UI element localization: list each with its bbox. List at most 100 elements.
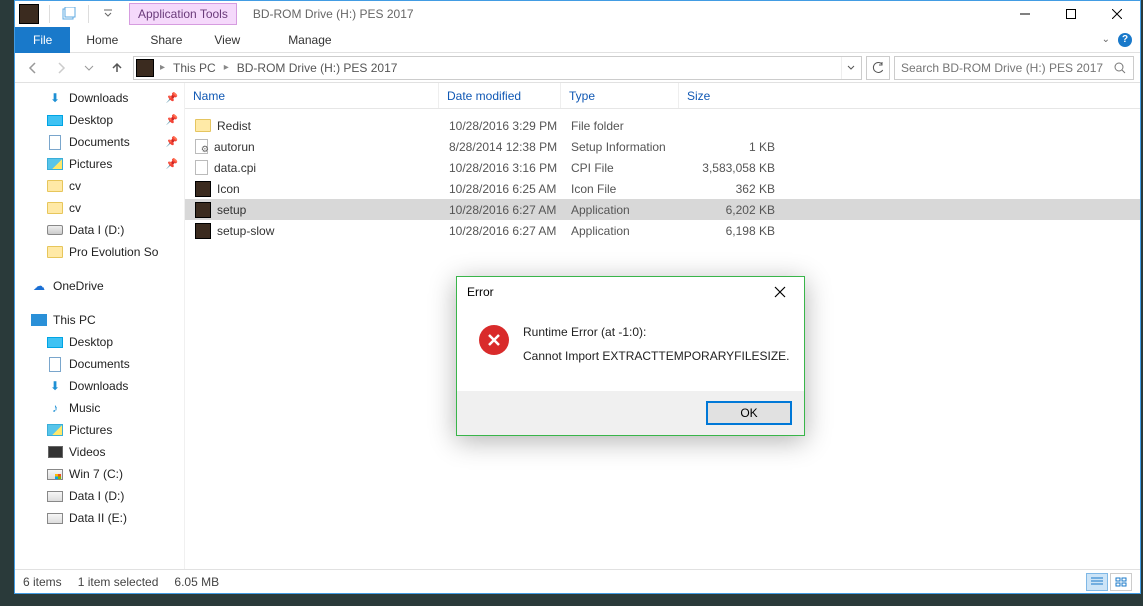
- file-date: 10/28/2016 6:27 AM: [441, 203, 563, 217]
- dialog-titlebar[interactable]: Error: [457, 277, 804, 307]
- file-name: data.cpi: [214, 161, 256, 175]
- tab-home[interactable]: Home: [70, 27, 134, 53]
- divider: [88, 5, 89, 23]
- sidebar-item-label: Pictures: [69, 423, 112, 437]
- sidebar-item[interactable]: Data I (D:): [15, 485, 184, 507]
- sidebar-item[interactable]: Pro Evolution So: [15, 241, 184, 263]
- ribbon-tabs: File Home Share View Manage ⌄ ?: [15, 27, 1140, 53]
- table-row[interactable]: autorun 8/28/2014 12:38 PM Setup Informa…: [185, 136, 1140, 157]
- search-icon[interactable]: [1113, 61, 1127, 75]
- qat-properties-button[interactable]: [58, 3, 80, 25]
- maximize-button[interactable]: [1048, 1, 1094, 27]
- column-name[interactable]: Name: [185, 83, 439, 108]
- folder-icon: [195, 119, 211, 132]
- minimize-button[interactable]: [1002, 1, 1048, 27]
- dialog-close-button[interactable]: [760, 277, 800, 307]
- status-size: 6.05 MB: [174, 575, 219, 589]
- sidebar-item[interactable]: Data II (E:): [15, 507, 184, 529]
- qat-dropdown-button[interactable]: [97, 3, 119, 25]
- nav-forward-button[interactable]: [49, 56, 73, 80]
- application-icon: [195, 181, 211, 197]
- pictures-icon: [47, 422, 63, 438]
- drive-icon: [47, 510, 63, 526]
- view-large-button[interactable]: [1110, 573, 1132, 591]
- breadcrumb-segment[interactable]: This PC: [167, 61, 222, 75]
- chevron-right-icon[interactable]: ▸: [158, 62, 167, 73]
- table-row[interactable]: data.cpi 10/28/2016 3:16 PM CPI File 3,5…: [185, 157, 1140, 178]
- table-row[interactable]: Icon 10/28/2016 6:25 AM Icon File 362 KB: [185, 178, 1140, 199]
- this-pc-icon: [31, 312, 47, 328]
- ribbon-expand-icon[interactable]: ⌄: [1102, 34, 1110, 45]
- nav-back-button[interactable]: [21, 56, 45, 80]
- application-icon: [195, 223, 211, 239]
- sidebar-item-thispc[interactable]: This PC: [15, 309, 184, 331]
- chevron-right-icon[interactable]: ▸: [222, 62, 231, 73]
- error-icon: [479, 325, 509, 355]
- file-type: Setup Information: [563, 140, 681, 154]
- sidebar-item[interactable]: Desktop: [15, 331, 184, 353]
- sidebar-item-label: Downloads: [69, 379, 128, 393]
- close-button[interactable]: [1094, 1, 1140, 27]
- sidebar-item-label: Data II (E:): [69, 511, 127, 525]
- breadcrumb-history-button[interactable]: [841, 57, 859, 79]
- file-size: 1 KB: [681, 140, 789, 154]
- documents-icon: [47, 134, 63, 150]
- table-row[interactable]: setup 10/28/2016 6:27 AM Application 6,2…: [185, 199, 1140, 220]
- sidebar-item-onedrive[interactable]: ☁OneDrive: [15, 275, 184, 297]
- view-details-button[interactable]: [1086, 573, 1108, 591]
- file-tab[interactable]: File: [15, 27, 70, 53]
- nav-up-button[interactable]: [105, 56, 129, 80]
- file-date: 10/28/2016 6:27 AM: [441, 224, 563, 238]
- file-size: 6,198 KB: [681, 224, 789, 238]
- sidebar-item[interactable]: Videos: [15, 441, 184, 463]
- column-date[interactable]: Date modified: [439, 83, 561, 108]
- ok-button[interactable]: OK: [706, 401, 792, 425]
- file-type: Application: [563, 203, 681, 217]
- sidebar-item[interactable]: Win 7 (C:): [15, 463, 184, 485]
- sidebar-item-label: This PC: [53, 313, 96, 327]
- nav-recent-button[interactable]: [77, 56, 101, 80]
- file-size: 6,202 KB: [681, 203, 789, 217]
- sidebar-item[interactable]: Pictures: [15, 419, 184, 441]
- search-input[interactable]: [901, 61, 1113, 75]
- tab-view[interactable]: View: [198, 27, 256, 53]
- sidebar-item[interactable]: Pictures📌: [15, 153, 184, 175]
- folder-icon: [47, 200, 63, 216]
- sidebar-item[interactable]: Documents: [15, 353, 184, 375]
- sidebar-item[interactable]: Desktop📌: [15, 109, 184, 131]
- column-size[interactable]: Size: [679, 83, 787, 108]
- sidebar-item-label: Documents: [69, 135, 130, 149]
- sidebar-item-label: Desktop: [69, 335, 113, 349]
- navigation-pane[interactable]: ⬇Downloads📌Desktop📌Documents📌Pictures📌cv…: [15, 83, 185, 569]
- navigation-bar: ▸ This PC ▸ BD-ROM Drive (H:) PES 2017: [15, 53, 1140, 83]
- refresh-button[interactable]: [866, 56, 890, 80]
- column-type[interactable]: Type: [561, 83, 679, 108]
- breadcrumb-location-icon: [136, 59, 154, 77]
- tab-share[interactable]: Share: [134, 27, 198, 53]
- sidebar-item-label: OneDrive: [53, 279, 104, 293]
- pin-icon: 📌: [166, 137, 178, 148]
- file-name: Redist: [217, 119, 251, 133]
- breadcrumb[interactable]: ▸ This PC ▸ BD-ROM Drive (H:) PES 2017: [133, 56, 862, 80]
- sidebar-item-label: Documents: [69, 357, 130, 371]
- sidebar-item[interactable]: ⬇Downloads: [15, 375, 184, 397]
- file-name: setup: [217, 203, 246, 217]
- sidebar-item[interactable]: cv: [15, 197, 184, 219]
- table-row[interactable]: Redist 10/28/2016 3:29 PM File folder: [185, 115, 1140, 136]
- sidebar-item[interactable]: ⬇Downloads📌: [15, 87, 184, 109]
- table-row[interactable]: setup-slow 10/28/2016 6:27 AM Applicatio…: [185, 220, 1140, 241]
- breadcrumb-segment[interactable]: BD-ROM Drive (H:) PES 2017: [231, 61, 404, 75]
- drive-icon: [47, 222, 63, 238]
- sidebar-item[interactable]: cv: [15, 175, 184, 197]
- sidebar-item[interactable]: Documents 📌: [15, 131, 184, 153]
- sidebar-item[interactable]: Data I (D:): [15, 219, 184, 241]
- help-icon[interactable]: ?: [1118, 33, 1132, 47]
- ribbon-context-tab[interactable]: Application Tools: [129, 3, 237, 25]
- file-type: File folder: [563, 119, 681, 133]
- tab-manage[interactable]: Manage: [272, 27, 347, 53]
- search-box[interactable]: [894, 56, 1134, 80]
- status-bar: 6 items 1 item selected 6.05 MB: [15, 569, 1140, 593]
- application-icon: [195, 202, 211, 218]
- dialog-actions: OK: [457, 391, 804, 435]
- sidebar-item[interactable]: ♪Music: [15, 397, 184, 419]
